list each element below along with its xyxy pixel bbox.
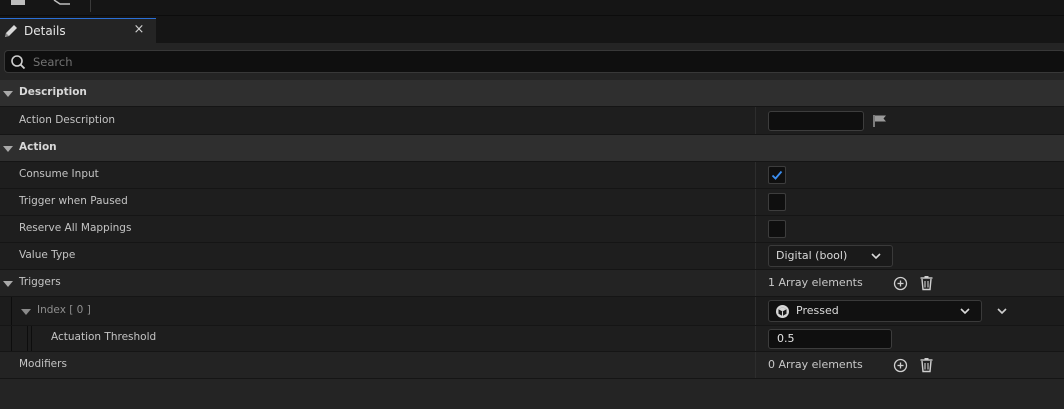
trash-icon[interactable] [919,275,934,291]
property-label: Reserve All Mappings [19,222,132,234]
add-circle-icon[interactable] [893,358,908,373]
triggers-array-count: 1 Array elements [768,276,863,289]
property-label: Action Description [19,114,116,126]
value-type-selected: Digital (bool) [776,249,848,262]
search-box[interactable] [4,50,1064,73]
property-label: Trigger when Paused [19,195,128,207]
reserve-all-mappings-checkbox[interactable] [768,220,786,238]
tab-details[interactable]: Details × [0,18,156,43]
indent-guide [11,326,12,351]
checkmark-icon [771,170,783,180]
indent-guide [31,326,32,351]
column-splitter[interactable] [755,243,756,269]
column-splitter[interactable] [755,326,756,351]
search-input[interactable] [33,53,933,70]
trigger-type-dropdown[interactable]: Pressed [768,300,982,322]
search-area [0,43,1064,80]
property-consume-input: Consume Input [0,162,1064,189]
chevron-down-icon[interactable] [996,306,1008,316]
property-label: Modifiers [19,358,67,370]
modifiers-array-count: 0 Array elements [768,358,863,371]
property-action-description: Action Description [0,107,1064,135]
column-splitter[interactable] [755,216,756,242]
flag-icon[interactable] [872,114,888,128]
column-splitter[interactable] [755,107,756,134]
tab-strip: Details × [0,16,1064,43]
browse-icon[interactable] [52,0,72,6]
property-actuation-threshold: Actuation Threshold 0.5 [0,326,1064,352]
trigger-pressed-icon [776,305,789,318]
category-action[interactable]: Action [0,135,1064,162]
property-trigger-index-0: Index [ 0 ] Pressed [0,297,1064,326]
property-triggers: Triggers 1 Array elements [0,270,1064,297]
trigger-type-selected: Pressed [796,304,839,317]
save-icon[interactable] [10,0,26,6]
property-modifiers: Modifiers 0 Array elements [0,352,1064,379]
collapse-arrow-icon[interactable] [3,91,13,97]
chevron-down-icon [871,253,881,260]
chevron-down-icon [960,308,970,315]
property-label: Actuation Threshold [51,331,157,343]
tab-label: Details [24,24,66,38]
column-splitter[interactable] [755,352,756,378]
column-splitter[interactable] [755,270,756,296]
category-label: Action [19,141,57,153]
actuation-threshold-input[interactable]: 0.5 [768,329,892,349]
category-description[interactable]: Description [0,80,1064,107]
toolbar-separator [90,0,91,12]
collapse-arrow-icon[interactable] [21,309,31,315]
property-label: Index [ 0 ] [37,304,91,316]
column-splitter[interactable] [755,162,756,188]
property-label: Value Type [19,249,76,261]
column-splitter[interactable] [755,189,756,215]
consume-input-checkbox[interactable] [768,166,786,184]
pencil-icon [5,25,17,37]
action-description-input[interactable] [768,111,864,131]
top-toolbar [0,0,1064,16]
property-label: Consume Input [19,168,99,180]
close-icon[interactable]: × [133,22,145,37]
add-circle-icon[interactable] [893,276,908,291]
search-icon [11,55,26,70]
collapse-arrow-icon[interactable] [3,146,13,152]
property-trigger-when-paused: Trigger when Paused [0,189,1064,216]
value-type-dropdown[interactable]: Digital (bool) [768,245,893,267]
indent-guide [11,297,12,325]
category-label: Description [19,86,87,98]
collapse-arrow-icon[interactable] [3,281,13,287]
column-splitter[interactable] [755,297,756,325]
trigger-when-paused-checkbox[interactable] [768,193,786,211]
property-label: Triggers [19,276,61,288]
trash-icon[interactable] [919,357,934,373]
property-value-type: Value Type Digital (bool) [0,243,1064,270]
property-reserve-all-mappings: Reserve All Mappings [0,216,1064,243]
indent-guide [27,326,28,351]
